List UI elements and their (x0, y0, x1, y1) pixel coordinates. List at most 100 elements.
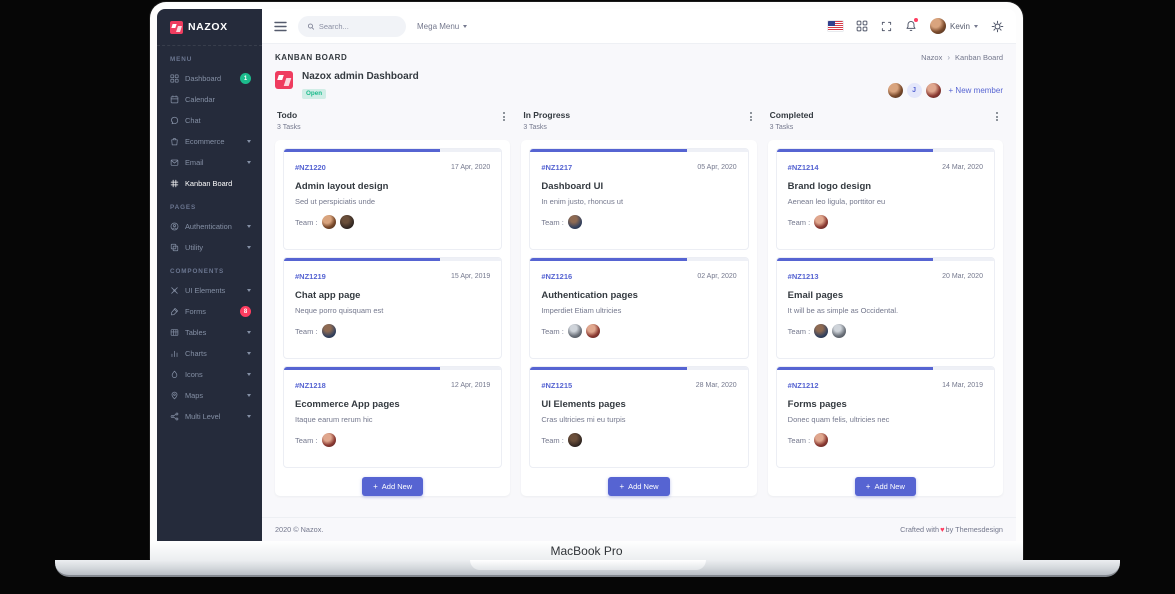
sidebar-item-maps[interactable]: Maps (157, 385, 262, 406)
sidebar-item-label: Icons (185, 370, 203, 379)
sidebar-item-ecommerce[interactable]: Ecommerce (157, 131, 262, 152)
add-new-button[interactable]: + Add New (362, 477, 424, 496)
sidebar-item-label: Dashboard (185, 74, 222, 83)
app-window: NAZOX MENU Dashboard 1 Calendar Chat Ecommerc… (157, 9, 1016, 541)
sidebar-item-dashboard[interactable]: Dashboard 1 (157, 68, 262, 89)
task-card[interactable]: #NZ1216 02 Apr, 2020 Authentication pages I… (529, 257, 749, 359)
sidebar-item-calendar[interactable]: Calendar (157, 89, 262, 110)
task-title[interactable]: Dashboard UI (541, 181, 736, 192)
kanban-icon (170, 179, 179, 188)
task-card[interactable]: #NZ1219 15 Apr, 2019 Chat app page Neque po… (283, 257, 503, 359)
sidebar-nav: MENU Dashboard 1 Calendar Chat Ecommerce Email… (157, 46, 262, 427)
task-id[interactable]: #NZ1215 (541, 381, 572, 390)
sidebar-item-email[interactable]: Email (157, 152, 262, 173)
task-id[interactable]: #NZ1219 (295, 272, 326, 281)
task-date: 14 Mar, 2019 (942, 382, 983, 389)
column-menu-button[interactable] (500, 110, 508, 123)
task-description: It will be as simple as Occidental. (787, 306, 899, 315)
droplet-icon (171, 370, 178, 378)
task-id[interactable]: #NZ1214 (788, 163, 819, 172)
sidebar-badge: 1 (240, 73, 251, 84)
sidebar-item-label: Authentication (185, 222, 232, 231)
sidebar-item-utility[interactable]: Utility (157, 237, 262, 258)
column-title: Todo (277, 110, 298, 120)
column-menu-button[interactable] (993, 110, 1001, 123)
task-date: 24 Mar, 2020 (942, 164, 983, 171)
sidebar-section-label: COMPONENTS (170, 268, 225, 275)
macbook-notch (469, 560, 706, 570)
card-team-avatar (321, 433, 336, 447)
task-date: 17 Apr, 2020 (451, 164, 491, 171)
task-card[interactable]: #NZ1214 24 Mar, 2020 Brand logo design Aene… (775, 148, 995, 250)
language-flag-icon[interactable] (827, 21, 843, 31)
task-card[interactable]: #NZ1218 12 Apr, 2019 Ecommerce App pages It… (283, 366, 503, 468)
task-id[interactable]: #NZ1216 (541, 272, 572, 281)
mega-menu-button[interactable]: Mega Menu (417, 21, 468, 31)
task-title[interactable]: UI Elements pages (541, 399, 736, 410)
task-title[interactable]: Ecommerce App pages (295, 399, 490, 410)
task-id[interactable]: #NZ1218 (295, 381, 326, 390)
task-title[interactable]: Chat app page (295, 290, 490, 301)
task-id[interactable]: #NZ1217 (541, 163, 572, 172)
task-team-label: Team : (295, 217, 318, 227)
task-title[interactable]: Forms pages (788, 399, 983, 410)
sidebar-item-icons[interactable]: Icons (157, 364, 262, 385)
task-title[interactable]: Authentication pages (541, 290, 736, 301)
task-description: Aenean leo ligula, porttitor eu (787, 197, 886, 206)
project-team: J + New member (887, 83, 1003, 98)
sidebar-item-charts[interactable]: Charts (157, 343, 262, 364)
settings-gear-icon[interactable] (991, 20, 1004, 33)
notifications-button[interactable] (905, 18, 918, 32)
search-icon (307, 23, 314, 30)
apps-grid-icon[interactable] (856, 20, 868, 32)
column-task-count: 3 Tasks (277, 124, 301, 131)
calendar-icon (170, 95, 179, 104)
sidebar-item-authentication[interactable]: Authentication (157, 216, 262, 237)
search-box[interactable] (298, 15, 406, 37)
task-date: 28 Mar, 2020 (695, 382, 737, 389)
task-description: Donec quam felis, ultricies nec (787, 415, 890, 424)
task-id[interactable]: #NZ1213 (788, 272, 819, 281)
table-icon (170, 329, 179, 336)
add-new-button[interactable]: + Add New (608, 477, 670, 496)
breadcrumb-item-nazox[interactable]: Nazox (921, 53, 942, 62)
task-title[interactable]: Brand logo design (788, 181, 983, 192)
new-member-button[interactable]: + New member (949, 86, 1003, 95)
fullscreen-icon[interactable] (881, 21, 892, 32)
sidebar-item-tables[interactable]: Tables (157, 322, 262, 343)
mega-menu-label: Mega Menu (417, 21, 460, 31)
task-card[interactable]: #NZ1220 17 Apr, 2020 Admin layout design Se… (283, 148, 503, 250)
card-team-avatar (567, 215, 582, 229)
task-date: 12 Apr, 2019 (451, 382, 491, 389)
add-new-button[interactable]: + Add New (854, 477, 916, 496)
search-input[interactable] (318, 21, 397, 31)
card-team-avatar (832, 324, 847, 338)
column-menu-button[interactable] (747, 110, 755, 123)
menu-hamburger-icon[interactable] (274, 21, 287, 32)
layers-icon (170, 243, 179, 252)
task-title[interactable]: Admin layout design (295, 181, 490, 192)
task-card[interactable]: #NZ1215 28 Mar, 2020 UI Elements pages Cras… (529, 366, 749, 468)
task-id[interactable]: #NZ1212 (788, 381, 819, 390)
sidebar-item-multi-level[interactable]: Multi Level (157, 406, 262, 427)
user-name: Kevin (949, 21, 970, 31)
column-title: Completed (769, 110, 814, 120)
sidebar-item-label: Forms (185, 307, 206, 316)
sidebar-item-kanban-board[interactable]: Kanban Board (157, 173, 262, 194)
plus-icon: + (865, 481, 871, 491)
task-card[interactable]: #NZ1217 05 Apr, 2020 Dashboard UI In enim j… (529, 148, 749, 250)
sidebar-item-ui-elements[interactable]: UI Elements (157, 280, 262, 301)
ecommerce-bag-icon (171, 138, 178, 146)
brand-logo[interactable]: NAZOX (157, 9, 262, 46)
task-card[interactable]: #NZ1212 14 Mar, 2019 Forms pages Donec quam… (775, 366, 995, 468)
column-title: In Progress (523, 110, 571, 120)
task-id[interactable]: #NZ1220 (295, 163, 326, 172)
kanban-column-completed: Completed 3 Tasks #NZ1214 24 Mar, 2020 Brand… (767, 110, 1003, 496)
sidebar-item-forms[interactable]: Forms 8 (157, 301, 262, 322)
sidebar-item-chat[interactable]: Chat (157, 110, 262, 131)
task-card[interactable]: #NZ1213 20 Mar, 2020 Email pages It will be… (775, 257, 995, 359)
column-body: #NZ1220 17 Apr, 2020 Admin layout design Se… (275, 140, 511, 496)
user-menu[interactable]: Kevin (929, 18, 978, 34)
task-title[interactable]: Email pages (788, 290, 983, 301)
task-date: 15 Apr, 2019 (451, 273, 491, 280)
